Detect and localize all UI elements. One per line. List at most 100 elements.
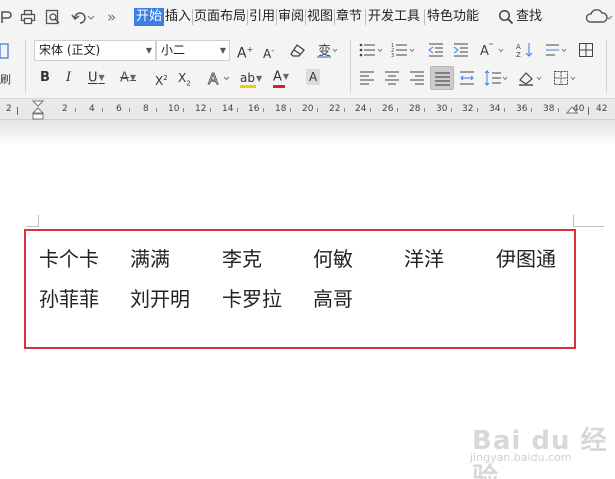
ruler-tick: [531, 108, 532, 112]
ruler-number: 14: [222, 104, 234, 114]
tab-divider: [192, 9, 193, 25]
selected-text-region[interactable]: [24, 229, 576, 349]
shading-icon[interactable]: [518, 70, 546, 91]
search-button[interactable]: 查找: [516, 8, 542, 26]
name-cell[interactable]: 满满: [130, 247, 170, 271]
tab-divider: [334, 9, 335, 25]
svg-text:A: A: [208, 70, 219, 86]
ruler-tick: [397, 108, 398, 112]
name-cell[interactable]: 孙菲菲: [39, 287, 99, 311]
tab-chapter[interactable]: 章节: [336, 8, 362, 26]
font-name-select[interactable]: 宋体 (正文) ▼: [34, 40, 156, 61]
table-icon[interactable]: [578, 42, 594, 63]
ruler-number: 10: [168, 104, 180, 114]
tab-view[interactable]: 视图: [307, 8, 333, 26]
clipboard-icon[interactable]: [0, 42, 10, 64]
ruler-number: 40: [573, 104, 585, 114]
svg-text:A: A: [516, 43, 521, 51]
grow-font-icon[interactable]: A+: [237, 42, 253, 62]
tab-references[interactable]: 引用: [249, 8, 275, 26]
decrease-indent-icon[interactable]: [428, 42, 444, 63]
ruler-tick: [344, 108, 345, 112]
name-cell[interactable]: 伊图通: [496, 247, 556, 271]
ribbon-divider: [25, 39, 26, 93]
underline-icon[interactable]: U▼: [88, 70, 105, 87]
ruler-number: 6: [116, 104, 122, 114]
ribbon-toolbar: 刷 宋体 (正文) ▼ 小二 ▼ A+ A- 变 B I U▼ A▼ X2 X2…: [0, 34, 615, 98]
borders-icon[interactable]: [553, 70, 579, 91]
print-icon[interactable]: [20, 9, 36, 25]
tab-review[interactable]: 审阅: [278, 8, 304, 26]
phonetic-guide-icon[interactable]: 变: [316, 42, 338, 63]
page-corner-mark: [574, 226, 604, 227]
bold-icon[interactable]: B: [40, 70, 50, 86]
align-right-icon[interactable]: [409, 70, 425, 91]
ruler-mark: [17, 107, 18, 115]
strikethrough-icon[interactable]: A▼: [120, 70, 136, 87]
line-spacing-icon[interactable]: [484, 70, 510, 91]
tab-developer[interactable]: 开发工具: [368, 8, 420, 26]
ruler-tick: [102, 108, 103, 112]
preview-icon[interactable]: [45, 9, 61, 25]
ruler-number: 34: [489, 104, 501, 114]
print-preview-icon[interactable]: [0, 9, 12, 25]
horizontal-ruler[interactable]: 2 2 4 6 8 10 12 14 16 18 20 22 24 26 28 …: [0, 98, 615, 120]
chevron-down-icon: ▼: [219, 46, 226, 55]
ruler-number: 20: [302, 104, 314, 114]
more-tabs-icon[interactable]: »: [107, 9, 116, 25]
superscript-icon[interactable]: X2: [155, 70, 168, 89]
ruler-number: 30: [436, 104, 448, 114]
ruler-number: 28: [409, 104, 421, 114]
ruler-number: 24: [355, 104, 367, 114]
text-effect-icon[interactable]: A: [207, 70, 231, 91]
ruler-number: 16: [248, 104, 260, 114]
line-spacing-menu-icon[interactable]: [545, 42, 569, 63]
numbered-list-icon[interactable]: 123: [391, 42, 417, 63]
tab-insert[interactable]: 插入: [165, 8, 191, 26]
sort-icon[interactable]: AZ: [516, 42, 534, 63]
italic-icon[interactable]: I: [66, 70, 71, 86]
tab-features[interactable]: 特色功能: [427, 8, 479, 26]
highlight-icon[interactable]: ab▼: [240, 70, 262, 88]
bullet-list-icon[interactable]: [359, 42, 385, 63]
shrink-font-icon[interactable]: A-: [263, 43, 274, 62]
format-painter-label[interactable]: 刷: [0, 72, 11, 88]
name-cell[interactable]: 高哥: [313, 287, 353, 311]
ruler-shadow: [0, 120, 615, 146]
svg-text:Z: Z: [516, 51, 521, 58]
increase-indent-icon[interactable]: [453, 42, 469, 63]
distributed-align-icon[interactable]: [459, 70, 475, 91]
svg-text:变: 变: [318, 43, 331, 58]
ruler-number: 2: [62, 104, 68, 114]
font-color-icon[interactable]: A▼: [273, 69, 289, 88]
name-cell[interactable]: 刘开明: [130, 287, 190, 311]
align-center-icon[interactable]: [384, 70, 400, 91]
name-cell[interactable]: 李克: [222, 247, 262, 271]
ruler-tick: [504, 108, 505, 112]
align-left-icon[interactable]: [359, 70, 375, 91]
name-cell[interactable]: 何敏: [313, 247, 353, 271]
clear-format-icon[interactable]: [288, 42, 306, 63]
name-cell[interactable]: 卡个卡: [39, 247, 99, 271]
page-corner-mark: [26, 226, 38, 227]
ruler-tick: [370, 108, 371, 112]
search-icon[interactable]: [498, 9, 514, 25]
justify-icon[interactable]: [430, 66, 454, 90]
subscript-icon[interactable]: X2: [178, 70, 191, 91]
ruler-number: 42: [596, 104, 608, 114]
undo-icon[interactable]: [71, 9, 95, 25]
watermark-logo: Bai du 经验: [472, 426, 608, 479]
name-cell[interactable]: 卡罗拉: [222, 287, 282, 311]
char-shading-icon[interactable]: A: [306, 69, 321, 85]
name-cell[interactable]: 洋洋: [404, 247, 444, 271]
tab-page-layout[interactable]: 页面布局: [194, 8, 246, 26]
ruler-tick: [183, 108, 184, 112]
ruler-tick: [424, 108, 425, 112]
ruler-number: 8: [143, 104, 149, 114]
tab-home[interactable]: 开始: [134, 8, 165, 26]
chinese-layout-icon[interactable]: A: [480, 42, 506, 63]
cloud-sync-icon[interactable]: [585, 8, 613, 26]
font-size-select[interactable]: 小二 ▼: [156, 40, 230, 61]
tab-divider: [365, 9, 366, 25]
ribbon-divider: [606, 39, 607, 93]
